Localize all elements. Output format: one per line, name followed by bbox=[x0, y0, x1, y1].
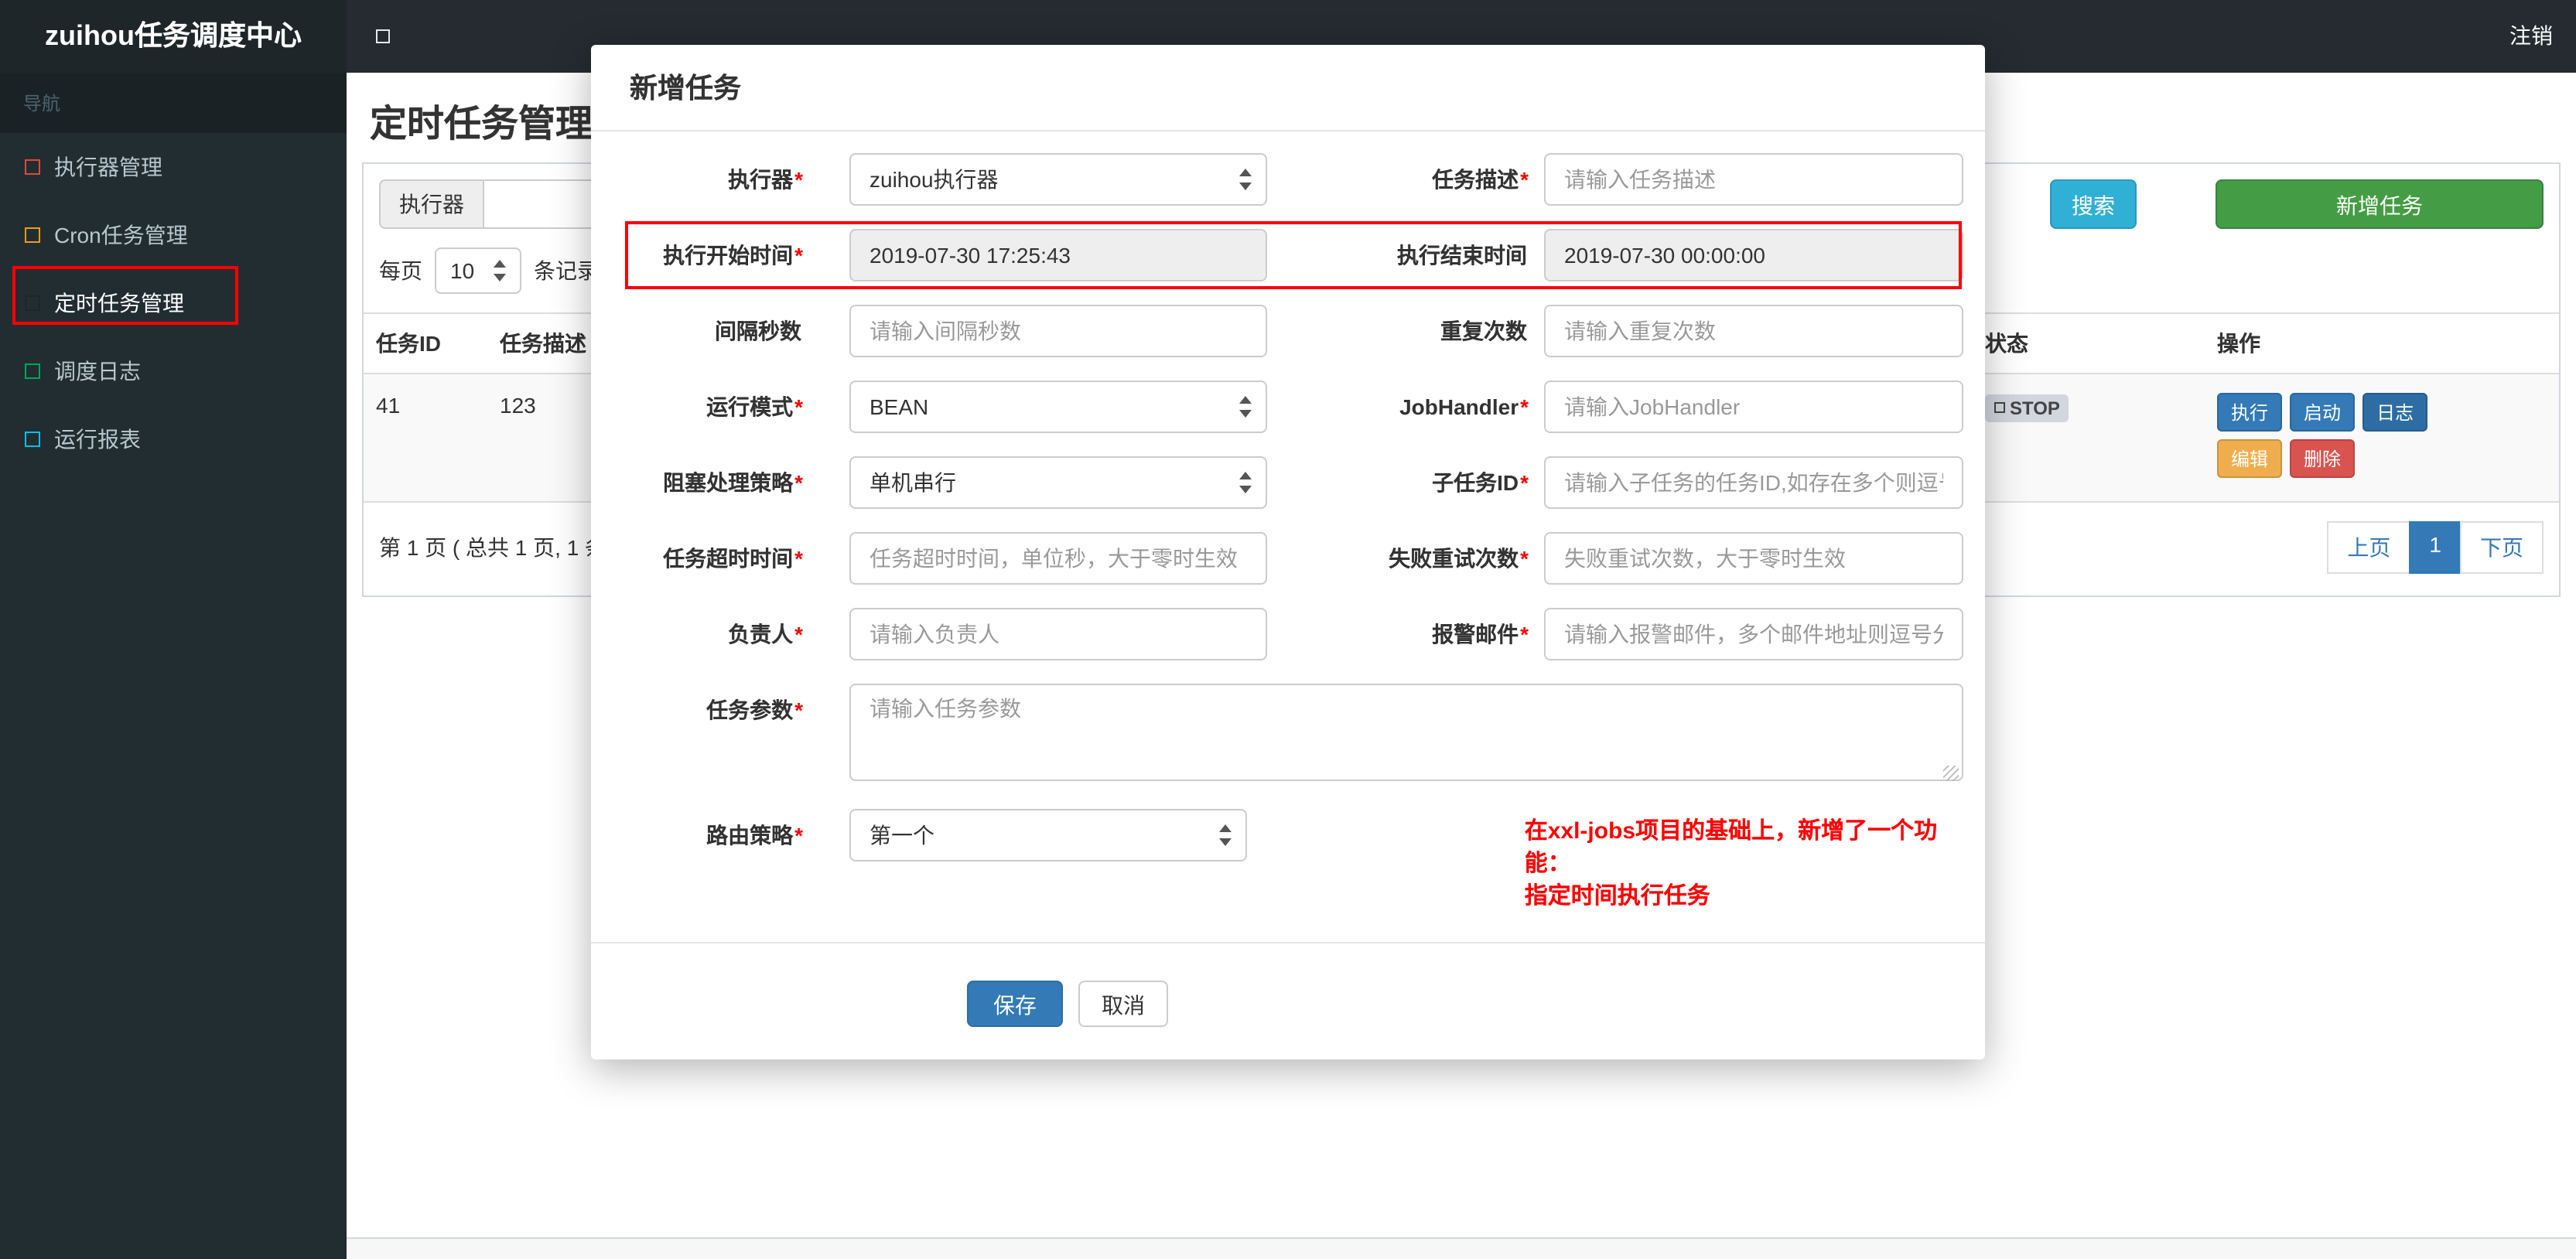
log-button[interactable]: 日志 bbox=[2362, 393, 2428, 432]
cancel-button[interactable]: 取消 bbox=[1078, 981, 1168, 1027]
column-header-task-id[interactable]: 任务ID bbox=[364, 312, 487, 374]
owner-input[interactable] bbox=[849, 608, 1267, 660]
sidebar-item-timed-task-mgmt[interactable]: 定时任务管理 bbox=[0, 269, 347, 337]
sidebar-item-cron-task-mgmt[interactable]: Cron任务管理 bbox=[0, 201, 347, 269]
select-arrows-icon bbox=[1238, 470, 1253, 495]
timeout-input[interactable] bbox=[849, 532, 1267, 585]
status-badge: STOP bbox=[1985, 394, 2069, 421]
logout-link[interactable]: 注销 bbox=[2509, 0, 2553, 73]
alarm-email-input[interactable] bbox=[1544, 608, 1963, 660]
cell-task-id: 41 bbox=[364, 374, 487, 503]
length-prefix-label: 每页 bbox=[379, 258, 422, 283]
app-root: zuihou任务调度中心 注销 导航 执行器管理 Cron任务管理 定时任务管理… bbox=[0, 0, 2576, 1259]
child-job-id-input[interactable] bbox=[1544, 456, 1963, 509]
select-arrows-icon bbox=[1238, 394, 1253, 419]
executor-select[interactable]: zuihou执行器 bbox=[849, 153, 1267, 206]
stop-square-icon bbox=[1994, 402, 2005, 413]
cell-status: STOP bbox=[1973, 374, 2205, 503]
current-page-button[interactable]: 1 bbox=[2409, 521, 2462, 574]
next-page-button[interactable]: 下页 bbox=[2460, 521, 2544, 574]
delete-button[interactable]: 删除 bbox=[2290, 439, 2356, 478]
interval-input[interactable] bbox=[849, 305, 1267, 357]
square-icon bbox=[25, 432, 40, 447]
sidebar-item-label: 定时任务管理 bbox=[54, 291, 184, 316]
block-strategy-select[interactable]: 单机串行 bbox=[849, 456, 1267, 509]
column-header-actions[interactable]: 操作 bbox=[2205, 312, 2559, 374]
sidebar-item-executor-mgmt[interactable]: 执行器管理 bbox=[0, 133, 347, 201]
sidebar-item-run-report[interactable]: 运行报表 bbox=[0, 405, 347, 473]
save-button[interactable]: 保存 bbox=[967, 981, 1063, 1027]
page-footer bbox=[347, 1237, 2576, 1259]
prev-page-button[interactable]: 上页 bbox=[2327, 521, 2411, 574]
job-param-label: 任务参数 * bbox=[706, 698, 803, 722]
sidebar-item-label: Cron任务管理 bbox=[54, 223, 188, 247]
fail-retry-label: 失败重试次数 * bbox=[1389, 546, 1529, 571]
job-param-textarea[interactable] bbox=[849, 684, 1963, 781]
job-desc-input[interactable] bbox=[1544, 153, 1963, 206]
owner-label: 负责人 * bbox=[728, 622, 803, 647]
sidebar-item-dispatch-log[interactable]: 调度日志 bbox=[0, 337, 347, 405]
sidebar-item-label: 调度日志 bbox=[54, 359, 141, 384]
page-size-value: 10 bbox=[450, 258, 475, 283]
repeat-count-input[interactable] bbox=[1544, 305, 1963, 357]
end-time-label: 执行结束时间 bbox=[1397, 243, 1527, 268]
add-task-modal: 新增任务 执行器* zuihou执行器 任务描述* 执行开始时间* bbox=[591, 45, 1985, 1059]
run-mode-select[interactable]: BEAN bbox=[849, 380, 1267, 433]
sidebar-toggle-icon[interactable] bbox=[376, 29, 390, 43]
child-job-id-label: 子任务ID * bbox=[1432, 470, 1529, 495]
search-button[interactable]: 搜索 bbox=[2050, 179, 2137, 229]
edit-button[interactable]: 编辑 bbox=[2217, 439, 2283, 478]
square-icon bbox=[25, 227, 40, 243]
job-handler-label: JobHandler * bbox=[1399, 394, 1529, 419]
start-time-label: 执行开始时间 * bbox=[663, 243, 803, 268]
repeat-count-label: 重复次数 bbox=[1440, 319, 1527, 343]
block-strategy-label: 阻塞处理策略 * bbox=[663, 470, 803, 495]
sidebar: 导航 执行器管理 Cron任务管理 定时任务管理 调度日志 运行报表 bbox=[0, 73, 347, 1259]
cell-actions: 执行 启动 日志 编辑 删除 bbox=[2205, 374, 2559, 503]
sidebar-item-label: 运行报表 bbox=[54, 427, 141, 452]
select-arrows-icon bbox=[1238, 167, 1253, 192]
timeout-label: 任务超时时间 * bbox=[663, 546, 803, 571]
feature-note: 在xxl-jobs项目的基础上，新增了一个功能： 指定时间执行任务 bbox=[1525, 815, 1963, 913]
feature-note-line2: 指定时间执行任务 bbox=[1524, 883, 1710, 909]
resize-grip-icon[interactable] bbox=[1943, 766, 1959, 781]
run-mode-label: 运行模式 * bbox=[706, 394, 803, 419]
route-strategy-label: 路由策略 * bbox=[706, 823, 803, 848]
square-icon bbox=[25, 159, 40, 175]
select-arrows-icon bbox=[1218, 823, 1234, 848]
column-header-status[interactable]: 状态 bbox=[1973, 312, 2205, 374]
pagination: 上页 1 下页 bbox=[2327, 521, 2544, 574]
execute-button[interactable]: 执行 bbox=[2217, 393, 2283, 432]
square-icon bbox=[25, 295, 40, 311]
fail-retry-input[interactable] bbox=[1544, 532, 1963, 585]
length-suffix-label: 条记录 bbox=[534, 258, 599, 283]
brand-logo[interactable]: zuihou任务调度中心 bbox=[0, 0, 347, 73]
interval-label: 间隔秒数 bbox=[715, 319, 801, 343]
status-text: STOP bbox=[2010, 397, 2060, 418]
add-task-button[interactable]: 新增任务 bbox=[2216, 179, 2544, 229]
job-desc-label: 任务描述 * bbox=[1432, 167, 1529, 192]
square-icon bbox=[25, 363, 40, 379]
route-strategy-select[interactable]: 第一个 bbox=[849, 809, 1248, 862]
sidebar-section-label: 导航 bbox=[0, 73, 347, 133]
executor-filter-addon: 执行器 bbox=[379, 179, 483, 229]
end-time-input[interactable] bbox=[1544, 229, 1963, 281]
modal-footer: 保存 取消 bbox=[591, 942, 1985, 1027]
alarm-email-label: 报警邮件 * bbox=[1432, 622, 1529, 647]
start-time-input[interactable] bbox=[849, 229, 1267, 281]
modal-body: 执行器* zuihou执行器 任务描述* 执行开始时间* 执行结束时间 bbox=[591, 131, 1985, 913]
executor-label: 执行器 * bbox=[728, 167, 803, 192]
page-size-select[interactable]: 10 bbox=[435, 247, 521, 294]
feature-note-line1: 在xxl-jobs项目的基础上，新增了一个功能： bbox=[1524, 818, 1938, 877]
modal-title: 新增任务 bbox=[591, 45, 1985, 131]
start-button[interactable]: 启动 bbox=[2290, 393, 2356, 432]
job-handler-input[interactable] bbox=[1544, 380, 1963, 433]
sidebar-item-label: 执行器管理 bbox=[54, 155, 162, 179]
select-arrows-icon bbox=[492, 258, 507, 283]
